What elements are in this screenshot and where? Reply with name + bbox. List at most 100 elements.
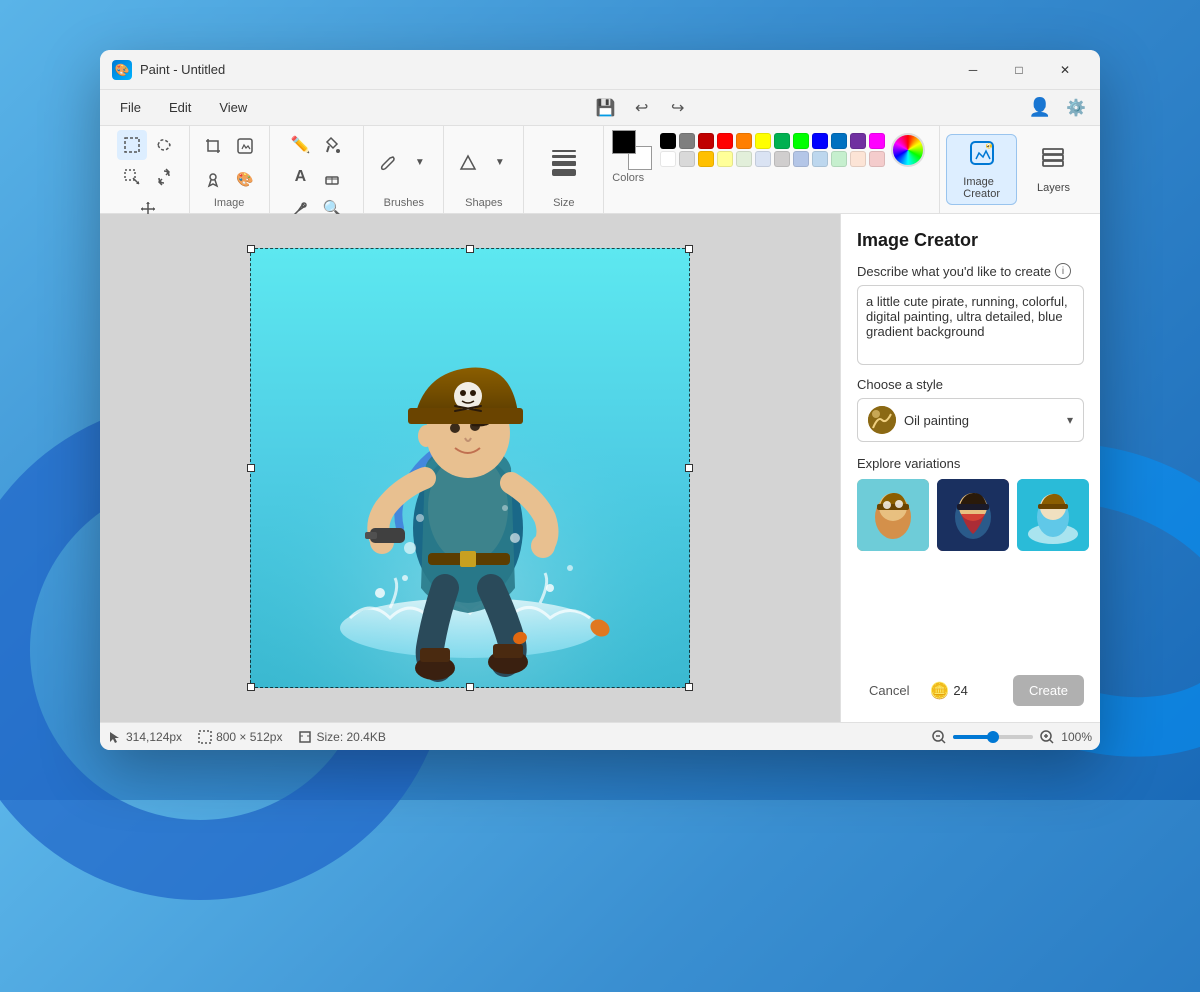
zoom-out-icon[interactable] [931,729,947,745]
color-swatch[interactable] [793,133,809,149]
shapes-label: Shapes [465,197,502,209]
info-icon[interactable]: i [1055,263,1071,279]
crop-tool[interactable] [198,131,228,161]
minimize-button[interactable]: ─ [950,54,996,86]
color-swatch[interactable] [736,133,752,149]
color-swatch[interactable] [812,151,828,167]
ribbon-image-group: 🎨 Image [190,126,270,213]
fill-tool[interactable] [317,130,347,160]
selection-freehand-tool[interactable] [149,130,179,160]
ribbon-tools-group: ✏️ A 🔍 Tools [270,126,365,213]
coin-icon: 🪙 [929,681,949,701]
zoom-controls: 100% [931,729,1092,745]
color-swatch[interactable] [679,133,695,149]
menu-bar: File Edit View 💾 ↩ ↪ 👤 ⚙️ [100,90,1100,126]
ribbon-colors-group: Colors [604,126,940,213]
active-colors[interactable] [612,130,652,170]
style-label: Choose a style [857,377,1084,392]
color-swatch[interactable] [812,133,828,149]
color-swatch[interactable] [774,151,790,167]
zoom-in-icon[interactable] [1039,729,1055,745]
cancel-button[interactable]: Cancel [857,677,921,704]
maximize-button[interactable]: □ [996,54,1042,86]
style-dropdown[interactable]: Oil painting ▾ [857,398,1084,442]
colors-label: Colors [612,172,644,184]
variation-2[interactable] [937,479,1009,551]
color-picker-wheel[interactable] [891,133,925,167]
image-paint-tool[interactable] [198,164,228,194]
undo-button[interactable]: ↩ [626,92,658,124]
paint-window: 🎨 Paint - Untitled ─ □ ✕ File Edit View … [100,50,1100,750]
pencil-tool[interactable]: ✏️ [285,130,315,160]
selection-rotate-tool[interactable] [149,162,179,192]
dimensions-icon [198,730,212,744]
status-bar: 314,124px 800 × 512px Size: 20.4KB 100% [100,722,1100,750]
image-creator-label: Image Creator [963,176,1000,200]
color-swatch[interactable] [698,133,714,149]
canvas-area[interactable] [100,214,840,722]
foreground-color[interactable] [612,130,636,154]
color-swatch[interactable] [679,151,695,167]
window-controls: ─ □ ✕ [950,54,1088,86]
color-swatch[interactable] [869,151,885,167]
redo-button[interactable]: ↪ [662,92,694,124]
menu-file[interactable]: File [108,96,153,119]
variation-1[interactable] [857,479,929,551]
shapes-dropdown[interactable]: ▼ [485,148,515,178]
panel-title: Image Creator [857,230,1084,251]
color-swatch[interactable] [831,151,847,167]
cursor-icon [108,730,122,744]
image-creator-button[interactable]: Image Creator [946,134,1017,205]
color-swatch[interactable] [698,151,714,167]
size-display: Size: 20.4KB [298,730,385,744]
describe-label: Describe what you'd like to create i [857,263,1084,279]
color-swatch[interactable] [850,133,866,149]
dimensions-value: 800 × 512px [216,730,282,744]
account-icon[interactable]: 👤 [1024,92,1056,124]
color-swatch[interactable] [717,133,733,149]
prompt-input[interactable] [857,285,1084,365]
coordinates-display: 314,124px [108,730,182,744]
menu-edit[interactable]: Edit [157,96,203,119]
color-swatch[interactable] [755,133,771,149]
size-icon [298,730,312,744]
close-button[interactable]: ✕ [1042,54,1088,86]
menu-view[interactable]: View [207,96,259,119]
eraser-tool[interactable] [317,162,347,192]
pirate-illustration [250,248,690,688]
dimensions-display: 800 × 512px [198,730,282,744]
color-swatch[interactable] [660,151,676,167]
main-area: Image Creator Describe what you'd like t… [100,214,1100,722]
credits-badge: 🪙 24 [929,681,967,701]
panel-footer: Cancel 🪙 24 Create [857,675,1084,706]
save-button[interactable]: 💾 [590,92,622,124]
text-tool[interactable]: A [285,162,315,192]
image-creator-panel: Image Creator Describe what you'd like t… [840,214,1100,722]
style-name: Oil painting [904,413,1059,428]
ribbon-selection-group: Selection [108,126,190,213]
zoom-slider[interactable] [953,735,1033,739]
color-swatch[interactable] [869,133,885,149]
image-label: Image [214,197,245,209]
color-swatch[interactable] [793,151,809,167]
variation-3[interactable] [1017,479,1089,551]
color-swatch[interactable] [660,133,676,149]
create-button[interactable]: Create [1013,675,1084,706]
color-swatch[interactable] [774,133,790,149]
image-color-tool[interactable]: 🎨 [230,164,260,194]
brush-tool[interactable] [373,148,403,178]
layers-button[interactable]: Layers [1021,141,1086,198]
settings-icon[interactable]: ⚙️ [1060,92,1092,124]
selection-expand-tool[interactable] [117,162,147,192]
coordinates-value: 314,124px [126,730,182,744]
color-swatch[interactable] [850,151,866,167]
color-swatch[interactable] [736,151,752,167]
shapes-tool[interactable] [453,148,483,178]
image-ai-tool[interactable] [230,131,260,161]
color-swatch[interactable] [717,151,733,167]
color-swatch[interactable] [755,151,771,167]
chevron-down-icon: ▾ [1067,413,1073,427]
color-swatch[interactable] [831,133,847,149]
selection-rect-tool[interactable] [117,130,147,160]
brush-dropdown[interactable]: ▼ [405,148,435,178]
